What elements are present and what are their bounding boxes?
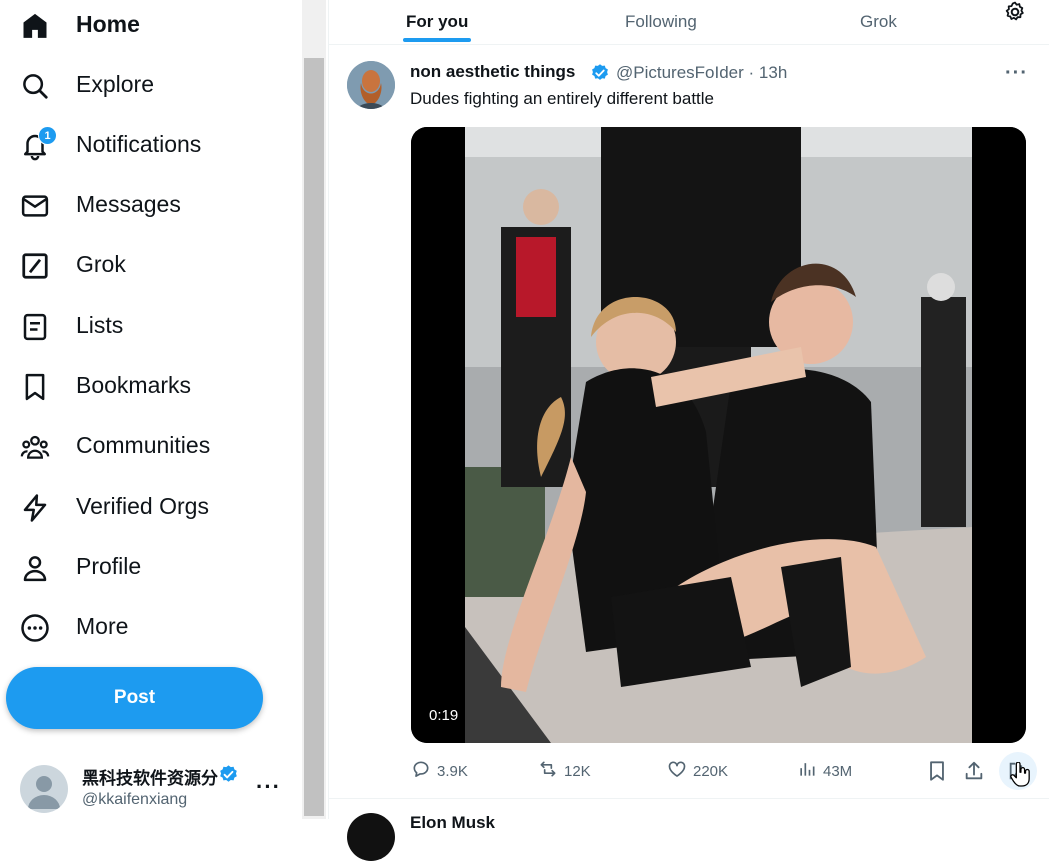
share-icon [963,761,985,786]
video-frame-image [411,127,1026,743]
account-switcher[interactable]: 黑科技软件资源分 @kkaifenxiang ··· [0,748,300,818]
nav-notifications[interactable]: 1 Notifications [0,120,290,170]
reply-icon [411,759,437,783]
account-more-icon[interactable]: ··· [256,774,281,800]
tweet-author-name[interactable]: non aesthetic things [410,62,575,82]
lightning-icon [20,493,50,523]
scrollbar-thumb[interactable] [304,58,324,816]
home-icon [20,11,50,41]
hand-cursor-icon [1009,761,1031,793]
left-sidebar: Home Explore 1 Notifications Messages Gr… [0,0,302,819]
views-count: 43M [823,762,853,780]
bookmark-icon [926,761,948,786]
bookmark-icon [20,372,50,402]
nav-label-bookmarks: Bookmarks [76,372,192,398]
notification-badge: 1 [38,126,57,145]
list-icon [20,312,50,342]
nav-label-lists: Lists [76,312,124,338]
video-duration: 0:19 [423,705,465,726]
nav-explore[interactable]: Explore [0,60,290,110]
nav-communities[interactable]: Communities [0,421,290,471]
nav-label-verified-orgs: Verified Orgs [76,493,209,519]
active-tab-indicator [403,38,471,42]
repost-count: 12K [564,762,591,780]
nav-label-explore: Explore [76,71,154,97]
communities-icon [20,432,50,462]
account-handle: @kkaifenxiang [82,791,188,808]
next-tweet[interactable]: Elon Musk [329,798,1049,861]
nav-label-notifications: Notifications [76,131,202,157]
tab-grok[interactable]: Grok [860,0,897,44]
verified-badge-icon [218,764,239,785]
tweet-text: Dudes fighting an entirely different bat… [410,89,714,108]
like-button[interactable]: 220K [667,760,728,782]
next-tweet-avatar[interactable] [347,813,395,861]
analytics-icon [797,759,823,783]
nav-home[interactable]: Home [0,0,290,50]
tweet-more-icon[interactable]: ··· [1005,62,1028,85]
repost-button[interactable]: 12K [538,760,591,782]
tweet-handle-time[interactable]: @PicturesFoIder · 13h [616,63,787,83]
grok-tweet-button[interactable] [999,752,1037,790]
gear-icon[interactable] [1003,0,1027,24]
nav-label-profile: Profile [76,553,142,579]
nav-label-grok: Grok [76,251,126,277]
share-button[interactable] [963,760,985,782]
mail-icon [20,191,50,221]
tweet-actions: 3.9K 12K 220K 43M [411,752,1037,790]
views-button[interactable]: 43M [797,760,852,782]
search-icon [20,71,50,101]
nav-label-more: More [76,613,129,639]
like-count: 220K [693,762,729,780]
avatar [20,765,68,813]
verified-badge-icon [590,63,610,83]
nav-verified-orgs[interactable]: Verified Orgs [0,482,290,532]
tweet-avatar[interactable] [347,61,395,109]
timeline: For you Following Grok non aesthetic thi… [328,0,1049,861]
more-circle-icon [20,613,50,643]
heart-icon [667,759,693,783]
timeline-tabs: For you Following Grok [329,0,1049,45]
grok-icon [20,251,50,281]
nav-profile[interactable]: Profile [0,542,290,592]
nav-lists[interactable]: Lists [0,301,290,351]
nav-label-home: Home [76,11,140,37]
nav-more[interactable]: More [0,602,290,652]
account-name: 黑科技软件资源分 [82,769,218,788]
nav-label-communities: Communities [76,432,211,458]
nav-grok[interactable]: Grok [0,240,290,290]
next-tweet-author-name[interactable]: Elon Musk [410,813,495,833]
nav-messages[interactable]: Messages [0,180,290,230]
post-button[interactable]: Post [6,667,263,729]
repost-icon [538,759,564,783]
reply-button[interactable]: 3.9K [411,760,468,782]
nav-bookmarks[interactable]: Bookmarks [0,361,290,411]
bookmark-button[interactable] [926,760,948,782]
tweet-video[interactable]: 0:19 [411,127,1026,743]
reply-count: 3.9K [437,762,468,780]
nav-label-messages: Messages [76,191,181,217]
tab-following[interactable]: Following [625,0,697,44]
person-icon [20,553,50,583]
